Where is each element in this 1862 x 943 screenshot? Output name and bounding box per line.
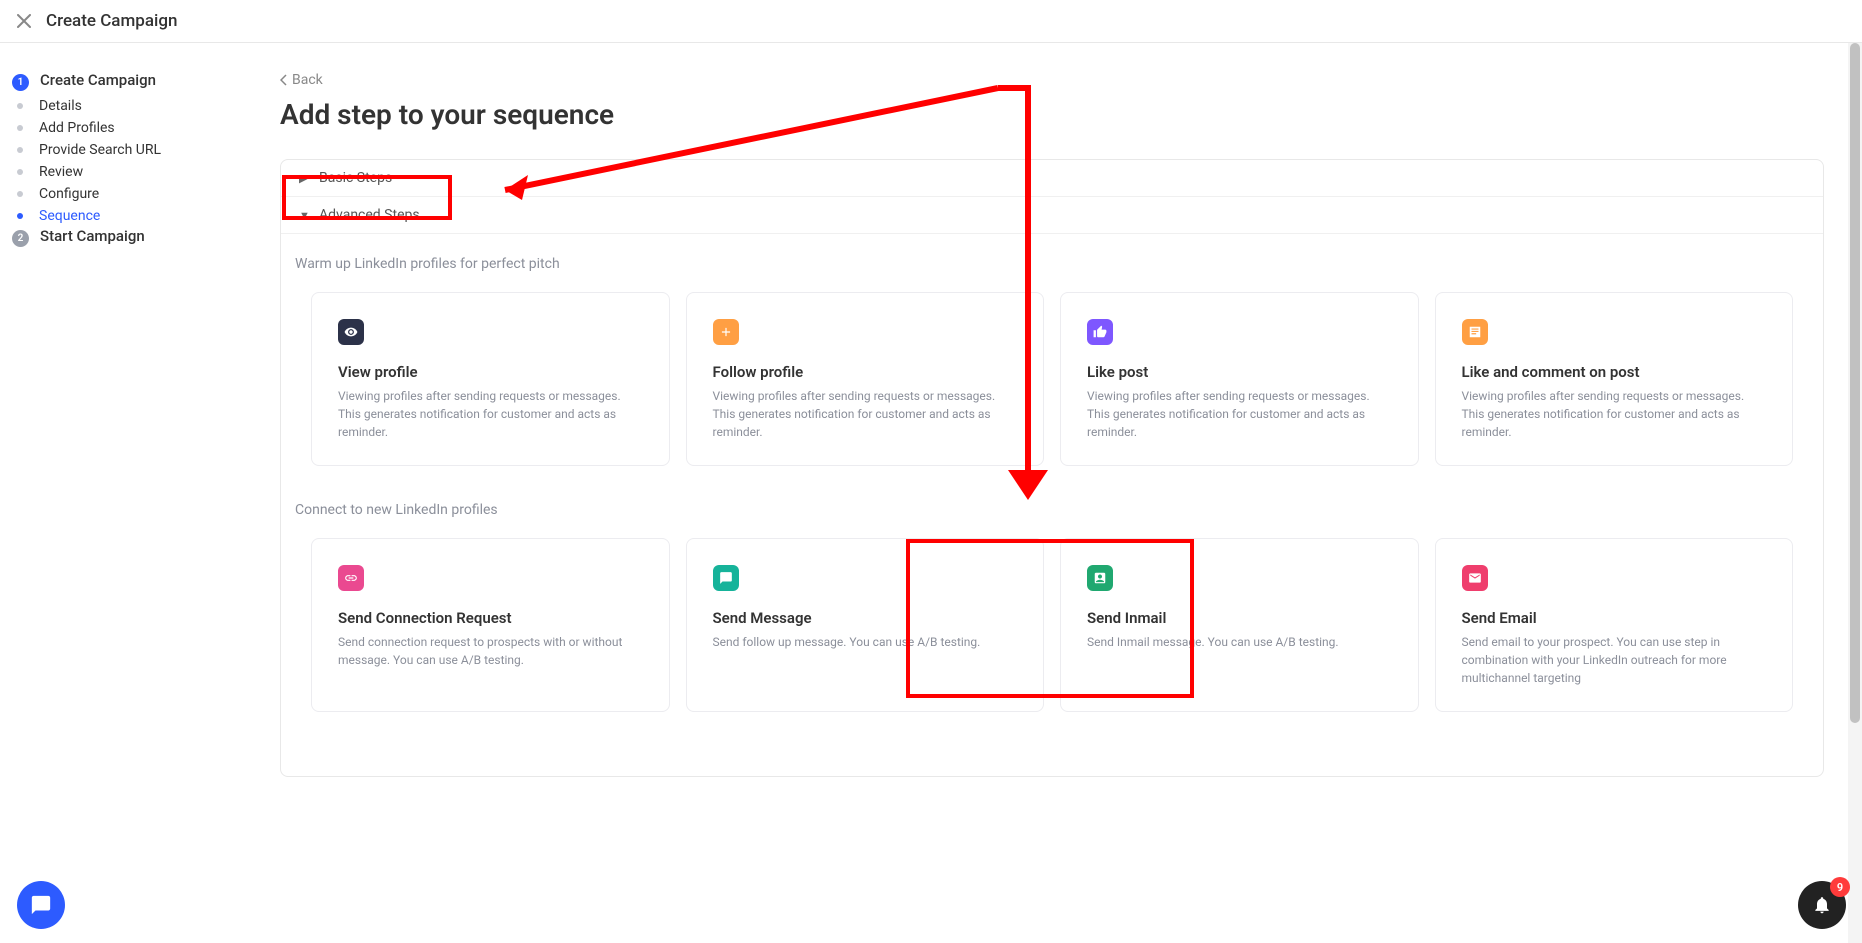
cards-connect: Send Connection Request Send connection r… xyxy=(295,538,1809,712)
page-title: Add step to your sequence xyxy=(280,98,1824,131)
card-title: Follow profile xyxy=(713,363,1018,381)
section-warmup-label: Warm up LinkedIn profiles for perfect pi… xyxy=(295,256,1809,272)
substep-label: Details xyxy=(39,98,82,114)
card-desc: Send Inmail message. You can use A/B tes… xyxy=(1087,633,1392,651)
substep-label: Sequence xyxy=(39,208,100,224)
back-label: Back xyxy=(292,72,323,88)
card-title: View profile xyxy=(338,363,643,381)
chat-icon xyxy=(713,565,739,591)
substep-label: Provide Search URL xyxy=(39,142,161,158)
inmail-icon xyxy=(1087,565,1113,591)
warmup-card[interactable]: View profile Viewing profiles after sendi… xyxy=(311,292,670,466)
connect-card[interactable]: Send Connection Request Send connection r… xyxy=(311,538,670,712)
sidebar: 1 Create Campaign Details Add Profiles Provi… xyxy=(0,43,180,943)
sidebar-substep[interactable]: Review xyxy=(12,161,172,183)
dot-icon xyxy=(17,147,23,153)
card-title: Send Email xyxy=(1462,609,1767,627)
sidebar-step[interactable]: 2 Start Campaign xyxy=(12,227,172,247)
sidebar-substep[interactable]: Add Profiles xyxy=(12,117,172,139)
substep-label: Add Profiles xyxy=(39,120,115,136)
connect-card[interactable]: Send Message Send follow up message. You … xyxy=(686,538,1045,712)
card-title: Like post xyxy=(1087,363,1392,381)
card-desc: Send email to your prospect. You can use… xyxy=(1462,633,1767,687)
eye-icon xyxy=(338,319,364,345)
step-badge: 1 xyxy=(12,74,29,91)
card-title: Send Connection Request xyxy=(338,609,643,627)
card-desc: Send connection request to prospects wit… xyxy=(338,633,643,669)
warmup-card[interactable]: Like post Viewing profiles after sending … xyxy=(1060,292,1419,466)
card-title: Send Message xyxy=(713,609,1018,627)
scrollbar-thumb[interactable] xyxy=(1850,43,1860,723)
cards-warmup: View profile Viewing profiles after sendi… xyxy=(295,292,1809,466)
dot-icon xyxy=(17,191,23,197)
step-label: Start Campaign xyxy=(40,227,145,247)
sidebar-substep[interactable]: Provide Search URL xyxy=(12,139,172,161)
sidebar-substep[interactable]: Details xyxy=(12,95,172,117)
dot-icon xyxy=(17,169,23,175)
dot-icon xyxy=(17,103,23,109)
card-desc: Send follow up message. You can use A/B … xyxy=(713,633,1018,651)
page-header-title: Create Campaign xyxy=(46,11,177,31)
card-title: Send Inmail xyxy=(1087,609,1392,627)
basic-steps-header[interactable]: ▶ Basic Steps xyxy=(281,160,1823,197)
post-icon xyxy=(1462,319,1488,345)
mail-icon xyxy=(1462,565,1488,591)
advanced-steps-body: Warm up LinkedIn profiles for perfect pi… xyxy=(281,234,1823,776)
chevron-left-icon xyxy=(280,74,288,86)
close-icon xyxy=(17,14,31,28)
chevron-down-icon: ▼ xyxy=(299,209,313,222)
chat-icon xyxy=(30,894,52,916)
dot-icon xyxy=(17,213,23,219)
card-desc: Viewing profiles after sending requests … xyxy=(1462,387,1767,441)
sidebar-substep[interactable]: Sequence xyxy=(12,205,172,227)
connect-card[interactable]: Send Email Send email to your prospect. Y… xyxy=(1435,538,1794,712)
advanced-steps-label: Advanced Steps xyxy=(319,207,420,223)
step-badge: 2 xyxy=(12,230,29,247)
chat-fab[interactable] xyxy=(17,881,65,929)
warmup-card[interactable]: Follow profile Viewing profiles after sen… xyxy=(686,292,1045,466)
connect-card[interactable]: Send Inmail Send Inmail message. You can … xyxy=(1060,538,1419,712)
substep-label: Configure xyxy=(39,186,99,202)
section-connect-label: Connect to new LinkedIn profiles xyxy=(295,502,1809,518)
sidebar-step[interactable]: 1 Create Campaign xyxy=(12,71,172,91)
main-content: Back Add step to your sequence ▶ Basic S… xyxy=(180,43,1862,943)
card-desc: Viewing profiles after sending requests … xyxy=(1087,387,1392,441)
warmup-card[interactable]: Like and comment on post Viewing profiles… xyxy=(1435,292,1794,466)
card-desc: Viewing profiles after sending requests … xyxy=(338,387,643,441)
thumb-icon xyxy=(1087,319,1113,345)
substep-label: Review xyxy=(39,164,83,180)
close-button[interactable] xyxy=(14,11,34,31)
scrollbar[interactable] xyxy=(1848,43,1862,943)
notifications-count: 9 xyxy=(1830,877,1850,897)
plus-icon xyxy=(713,319,739,345)
link-icon xyxy=(338,565,364,591)
basic-steps-label: Basic Steps xyxy=(319,170,392,186)
card-title: Like and comment on post xyxy=(1462,363,1767,381)
card-desc: Viewing profiles after sending requests … xyxy=(713,387,1018,441)
dot-icon xyxy=(17,125,23,131)
notifications-fab[interactable]: 9 xyxy=(1798,881,1846,929)
advanced-steps-header[interactable]: ▼ Advanced Steps xyxy=(281,197,1823,234)
header: Create Campaign xyxy=(0,0,1862,43)
back-link[interactable]: Back xyxy=(280,72,323,88)
bell-icon xyxy=(1812,895,1832,915)
chevron-right-icon: ▶ xyxy=(299,172,313,185)
steps-panel: ▶ Basic Steps ▼ Advanced Steps Warm up L… xyxy=(280,159,1824,777)
sidebar-substep[interactable]: Configure xyxy=(12,183,172,205)
step-label: Create Campaign xyxy=(40,71,156,91)
